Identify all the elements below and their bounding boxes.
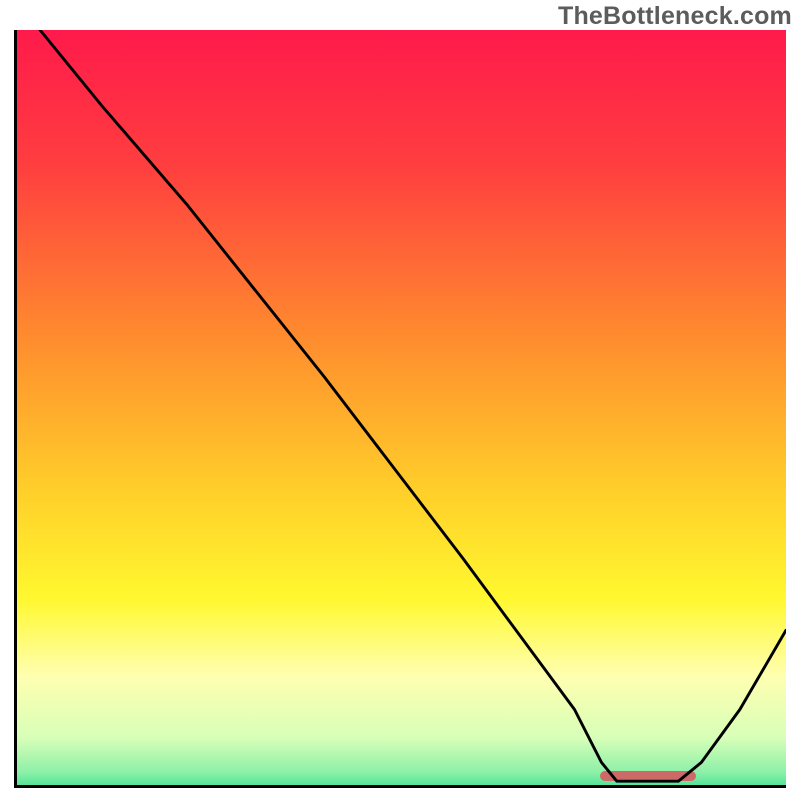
watermark-text: TheBottleneck.com (558, 2, 792, 31)
plot-area (14, 30, 786, 788)
chart-stage: TheBottleneck.com (0, 0, 800, 800)
curve-line (17, 30, 786, 785)
